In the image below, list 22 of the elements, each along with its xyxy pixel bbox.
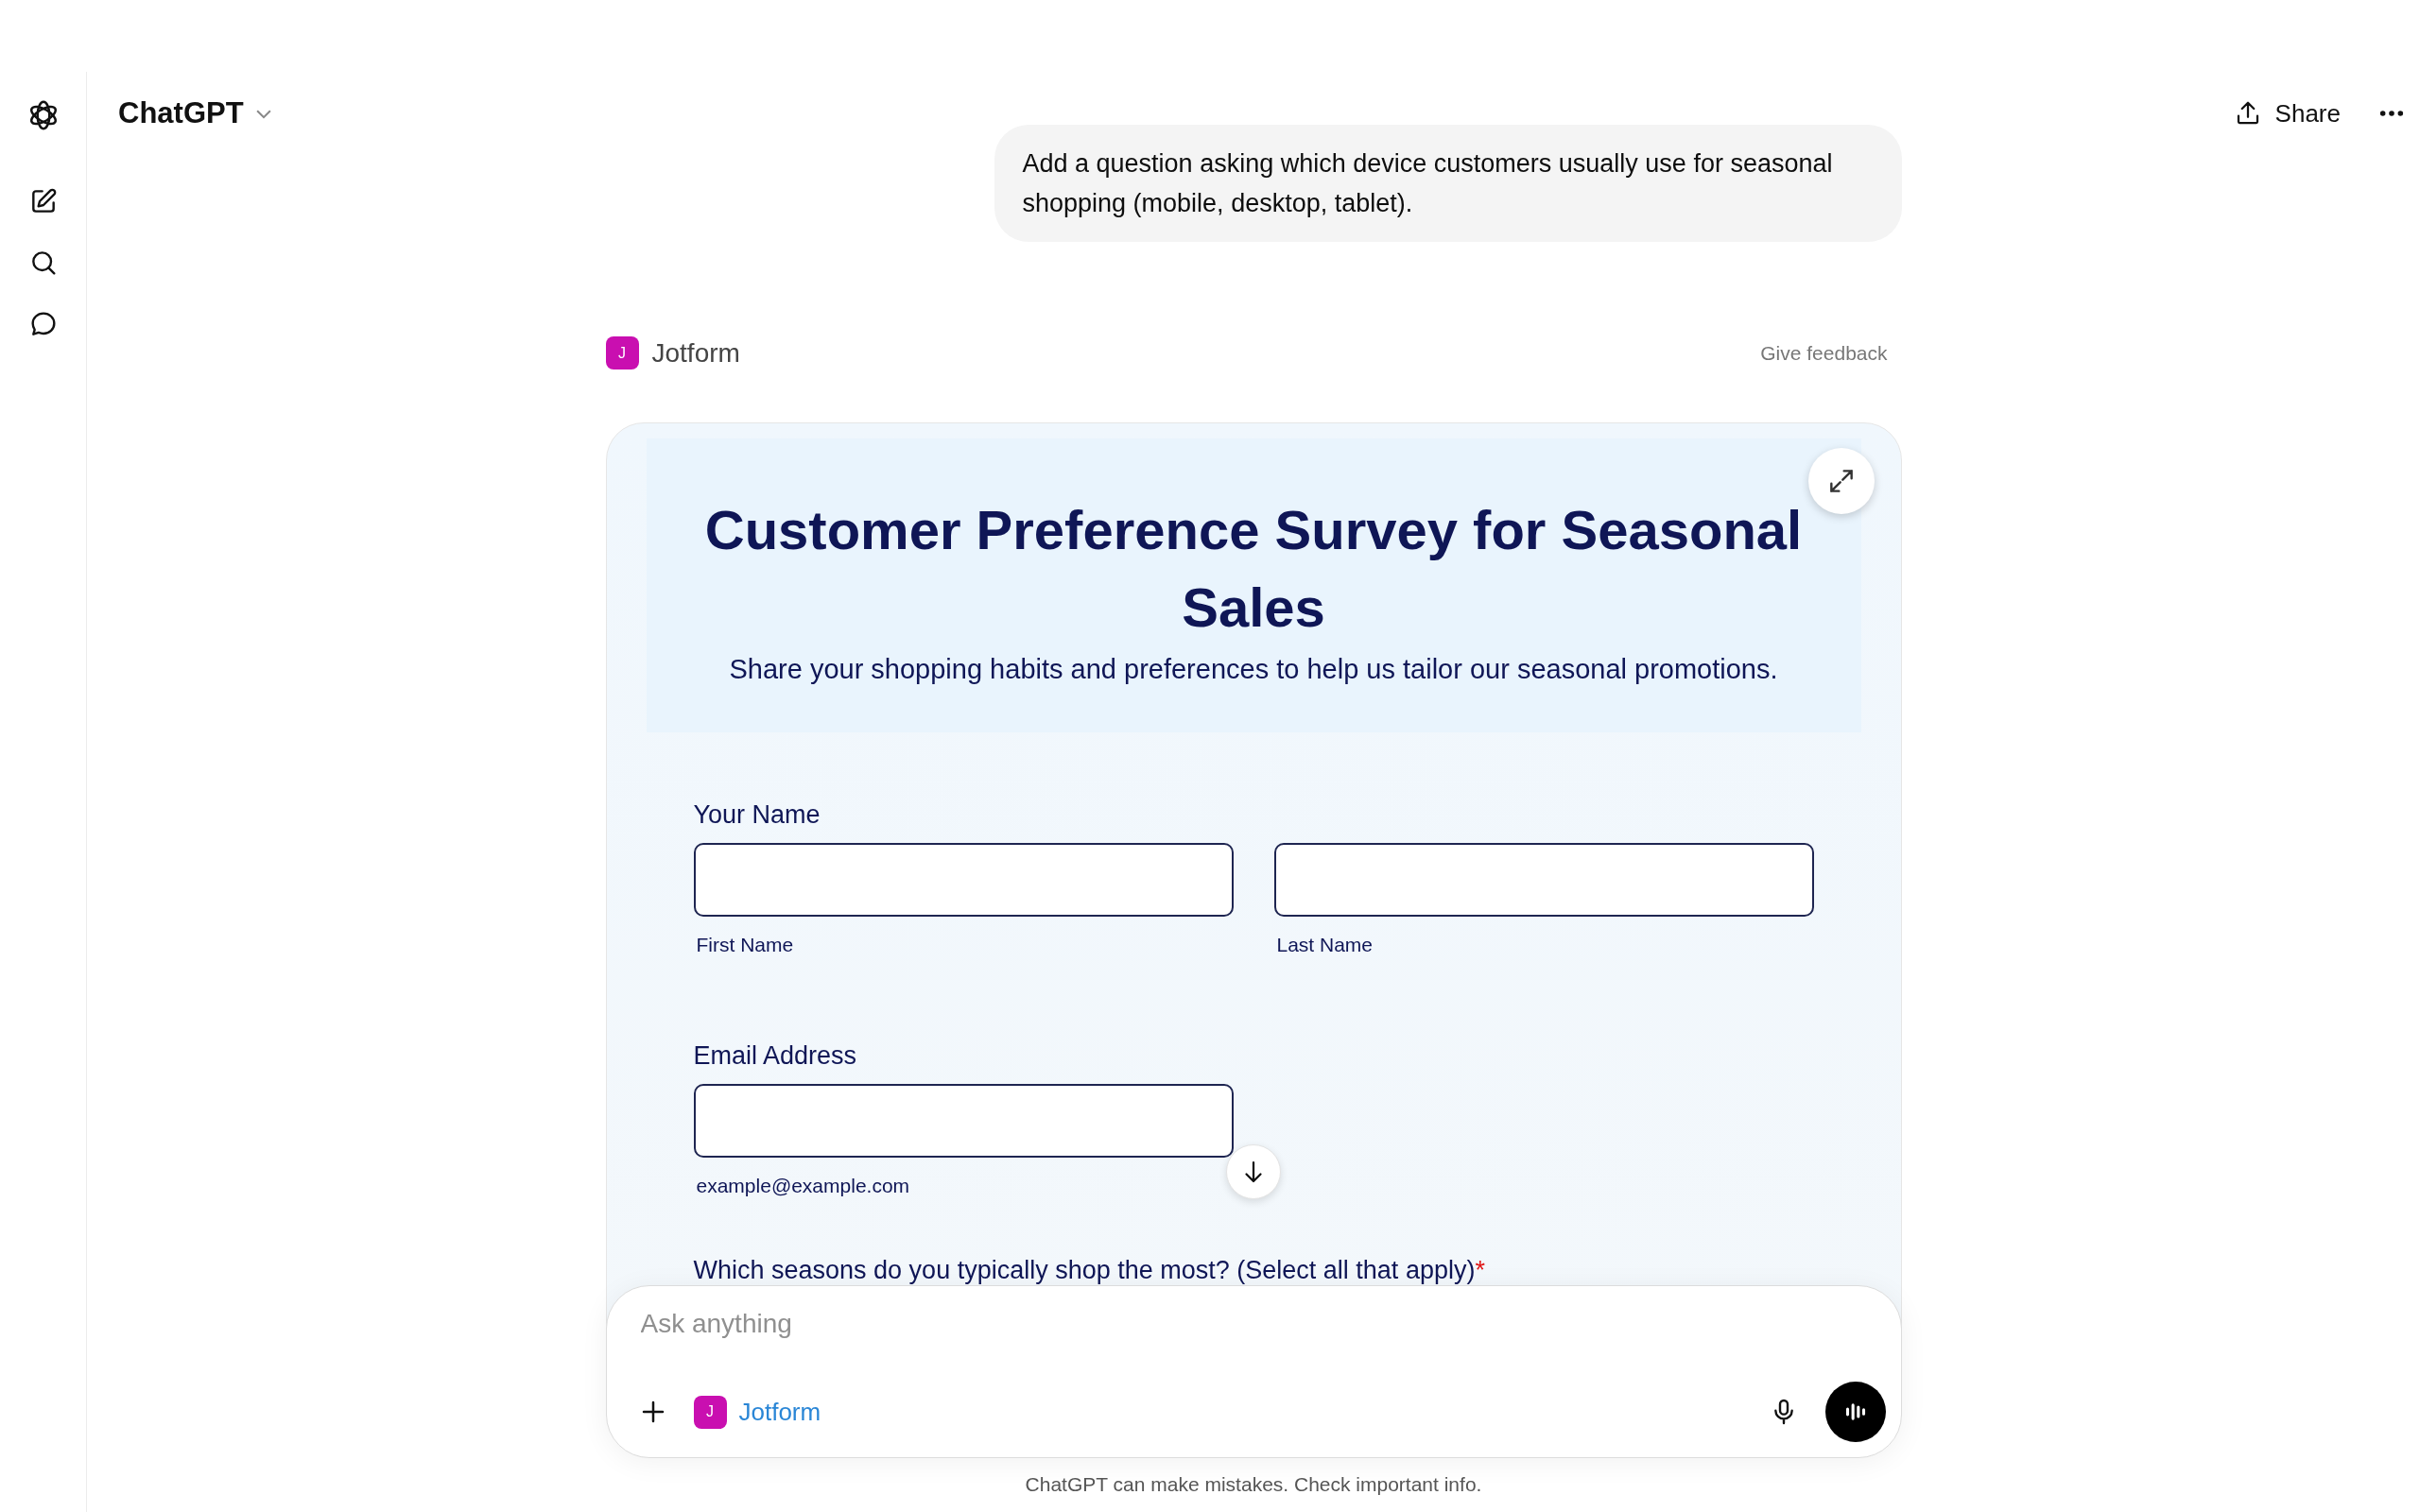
field-sublabel: Last Name — [1275, 934, 1374, 956]
more-icon[interactable] — [2378, 109, 2405, 118]
field-label: Which seasons do you typically shop the most? (Select all that apply)* — [693, 1256, 1486, 1285]
input-field[interactable] — [693, 843, 1234, 917]
field-label: Your Name — [693, 800, 821, 830]
scroll-down-button[interactable] — [1226, 1144, 1281, 1199]
feedback-link[interactable]: Give feedback — [1760, 341, 1888, 365]
form-description: Share your shopping habits and preferences to help us tailor our seasonal promotions. — [728, 654, 1779, 685]
app-badge: J — [605, 336, 639, 369]
share-button[interactable]: Share — [2233, 98, 2341, 129]
field-sublabel: example@example.com — [695, 1175, 911, 1197]
app-name: Jotform — [651, 337, 740, 369]
field-label: Email Address — [693, 1041, 858, 1071]
input-field[interactable] — [693, 1084, 1234, 1158]
app-chip[interactable]: J Jotform — [693, 1395, 821, 1429]
message-input[interactable]: Ask anything — [640, 1303, 1886, 1345]
disclaimer-text: ChatGPT can make mistakes. Check important info. — [1025, 1473, 1482, 1496]
model-selector[interactable]: ChatGPT — [118, 96, 274, 130]
input-field[interactable] — [1273, 843, 1814, 917]
user-message: Add a question asking which device customers usually use for seasonal shopping (mobile, desktop, tablet). — [994, 125, 1902, 242]
form-title: Customer Preference Survey for Seasonal Sales — [703, 498, 1804, 640]
field-sublabel: First Name — [695, 934, 795, 956]
